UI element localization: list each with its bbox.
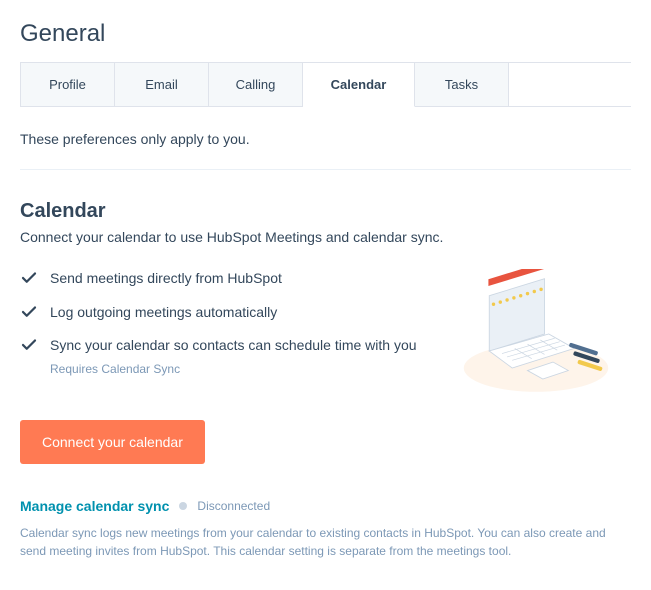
check-icon bbox=[20, 336, 38, 354]
preferences-note: These preferences only apply to you. bbox=[20, 107, 631, 170]
list-item: Sync your calendar so contacts can sched… bbox=[20, 336, 441, 356]
bullet-text: Sync your calendar so contacts can sched… bbox=[50, 336, 441, 356]
calendar-illustration bbox=[451, 269, 631, 404]
manage-description: Calendar sync logs new meetings from you… bbox=[20, 524, 631, 560]
page-title: General bbox=[20, 20, 631, 48]
list-item: Log outgoing meetings automatically bbox=[20, 303, 441, 323]
connect-calendar-button[interactable]: Connect your calendar bbox=[20, 420, 205, 464]
list-item: Send meetings directly from HubSpot bbox=[20, 269, 441, 289]
manage-calendar-sync-link[interactable]: Manage calendar sync bbox=[20, 498, 169, 514]
bullet-text: Send meetings directly from HubSpot bbox=[50, 269, 441, 289]
requires-sync-note: Requires Calendar Sync bbox=[50, 362, 441, 376]
section-title: Calendar bbox=[20, 200, 631, 223]
status-text: Disconnected bbox=[197, 499, 270, 513]
tab-calendar[interactable]: Calendar bbox=[303, 63, 415, 107]
tab-filler bbox=[509, 63, 631, 107]
tab-email[interactable]: Email bbox=[115, 63, 209, 107]
check-icon bbox=[20, 269, 38, 287]
tab-calling[interactable]: Calling bbox=[209, 63, 303, 107]
status-dot-icon bbox=[179, 502, 187, 510]
section-subtitle: Connect your calendar to use HubSpot Mee… bbox=[20, 229, 631, 245]
tabs: Profile Email Calling Calendar Tasks bbox=[20, 62, 631, 107]
bullet-text: Log outgoing meetings automatically bbox=[50, 303, 441, 323]
bullets: Send meetings directly from HubSpot Log … bbox=[20, 269, 451, 404]
tab-tasks[interactable]: Tasks bbox=[415, 63, 509, 107]
calendar-section: Calendar Connect your calendar to use Hu… bbox=[20, 170, 631, 560]
check-icon bbox=[20, 303, 38, 321]
tab-profile[interactable]: Profile bbox=[21, 63, 115, 107]
